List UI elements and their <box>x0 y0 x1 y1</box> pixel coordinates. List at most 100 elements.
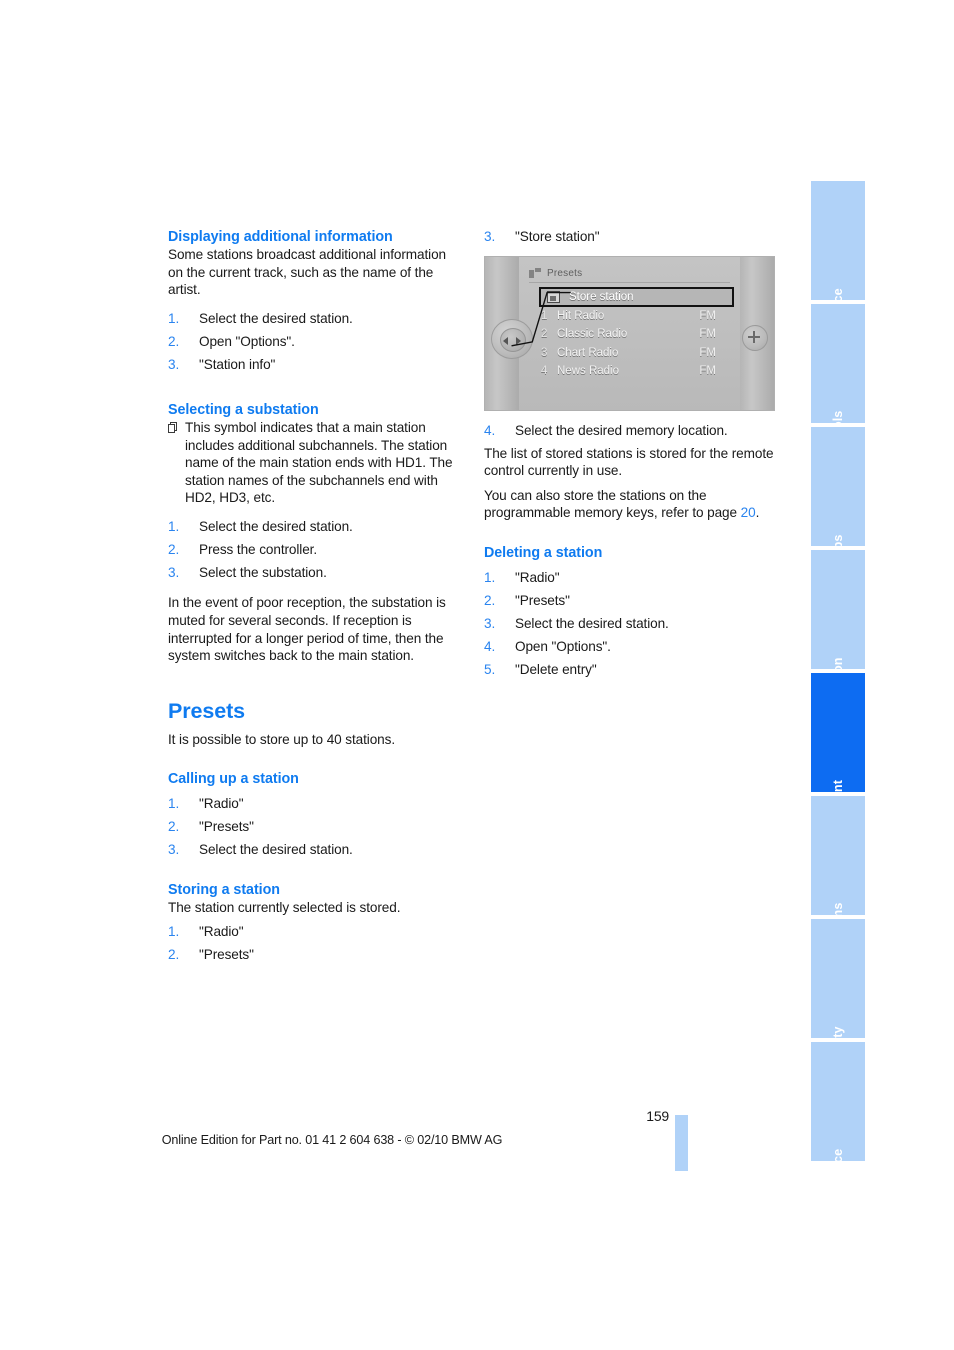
list-item: 3. "Store station" <box>484 228 780 246</box>
page-cross-reference[interactable]: 20 <box>741 505 756 520</box>
footer-imprint: Online Edition for Part no. 01 41 2 604 … <box>161 1133 503 1147</box>
substation-symbol-paragraph: This symbol indicates that a main statio… <box>168 419 464 507</box>
idrive-header-title: Presets <box>547 267 583 279</box>
list-item: 1. "Radio" <box>484 569 780 587</box>
steps-selecting-a-substation: 1. Select the desired station. 2. Press … <box>168 518 464 582</box>
step-text: Press the controller. <box>199 542 318 558</box>
list-item: 3. Select the substation. <box>168 564 464 582</box>
table-row[interactable]: 3 Chart Radio FM <box>541 344 734 363</box>
step-text: "Store station" <box>515 229 600 244</box>
subchannel-stacked-pages-icon <box>168 422 177 434</box>
step-text: "Presets" <box>199 819 254 835</box>
tab-label: Controls <box>811 411 865 423</box>
list-item: 1. Select the desired station. <box>168 518 464 536</box>
preset-band: FM <box>699 328 716 341</box>
list-item: 2. "Presets" <box>168 946 464 964</box>
step-number: 1. <box>484 570 496 586</box>
step-number: 3. <box>168 356 180 372</box>
preset-band: FM <box>699 346 716 359</box>
list-item: 4. Open "Options". <box>484 638 780 656</box>
step-number: 5. <box>484 662 496 678</box>
sidebar-item-mobility[interactable]: Mobility <box>811 919 865 1038</box>
step-number: 1. <box>168 796 180 812</box>
steps-storing-a-station: 1. "Radio" 2. "Presets" <box>168 923 464 964</box>
chapter-index-tabs: At a glance Controls Driving tips Naviga… <box>811 181 865 1165</box>
manual-page: Displaying additional information Some s… <box>0 0 954 1350</box>
step-text: Select the desired station. <box>199 310 353 326</box>
steps-calling-up-a-station: 1. "Radio" 2. "Presets" 3. Select the de… <box>168 795 464 859</box>
step-text: "Radio" <box>515 570 560 586</box>
step-number: 2. <box>168 819 180 835</box>
list-item: 1. Select the desired station. <box>168 310 464 328</box>
tab-label: Navigation <box>811 657 865 669</box>
step-number: 3. <box>484 616 496 632</box>
heading-selecting-a-substation: Selecting a substation <box>168 402 319 419</box>
sidebar-item-communications[interactable]: Communications <box>811 796 865 915</box>
paragraph-presets-intro: It is possible to store up to 40 station… <box>168 731 396 747</box>
list-item: 2. "Presets" <box>168 818 464 836</box>
preset-band: FM <box>699 309 716 322</box>
sidebar-item-driving-tips[interactable]: Driving tips <box>811 427 865 546</box>
idrive-store-station-entry[interactable]: Store station <box>539 286 734 307</box>
heading-deleting-a-station: Deleting a station <box>484 545 603 562</box>
idrive-screenshot-figure: Presets Store station 1 Hit Radio FM 2 C… <box>484 255 775 411</box>
tab-label: Communications <box>811 903 865 915</box>
step-text: "Delete entry" <box>515 662 597 678</box>
tab-label: Reference <box>811 1149 865 1161</box>
tab-label: Entertainment <box>811 780 865 792</box>
sidebar-item-entertainment[interactable]: Entertainment <box>811 673 865 792</box>
list-item: 1. "Radio" <box>168 923 464 941</box>
idrive-controller-knob-icon <box>491 318 533 359</box>
step-text: Select the desired station. <box>515 616 669 632</box>
preset-station-name: Hit Radio <box>557 309 605 322</box>
steps-deleting-a-station: 1. "Radio" 2. "Presets" 3. Select the de… <box>484 569 780 679</box>
steps-storing-a-station-continued: 3. "Store station" <box>484 228 780 246</box>
list-item: 3. Select the desired station. <box>484 615 780 633</box>
step-text: "Radio" <box>199 924 244 940</box>
list-item: 5. "Delete entry" <box>484 661 780 679</box>
step-number: 3. <box>484 229 496 244</box>
table-row[interactable]: 1 Hit Radio FM <box>541 307 734 326</box>
sidebar-item-at-a-glance[interactable]: At a glance <box>811 181 865 300</box>
table-row[interactable]: 4 News Radio FM <box>541 362 734 381</box>
step-number: 2. <box>168 542 180 558</box>
paragraph-storing-intro: The station currently selected is stored… <box>168 899 401 915</box>
step-text: "Presets" <box>515 593 570 609</box>
preset-index: 1 <box>541 309 548 322</box>
step-text: Select the desired station. <box>199 842 353 858</box>
heading-calling-up-a-station: Calling up a station <box>168 771 299 788</box>
paragraph-remote-control-note: The list of stored stations is stored fo… <box>484 445 774 479</box>
tab-label: Mobility <box>811 1026 865 1038</box>
paragraph-substation-outro: In the event of poor reception, the subs… <box>168 595 446 664</box>
step-number: 4. <box>484 422 496 438</box>
idrive-header: Presets <box>529 265 730 283</box>
heading-storing-a-station: Storing a station <box>168 881 280 898</box>
steps-displaying-additional-information: 1. Select the desired station. 2. Open "… <box>168 310 464 374</box>
page-number: 159 <box>646 1108 669 1124</box>
paragraph-memory-keys-note: You can also store the stations on the p… <box>484 487 780 522</box>
list-item: 3. "Station info" <box>168 356 464 374</box>
preset-index: 2 <box>541 328 548 341</box>
list-item: 1. "Radio" <box>168 795 464 813</box>
sidebar-item-controls[interactable]: Controls <box>811 304 865 423</box>
sidebar-item-navigation[interactable]: Navigation <box>811 550 865 669</box>
preset-band: FM <box>699 365 716 378</box>
list-item: 3. Select the desired station. <box>168 841 464 859</box>
step-number: 2. <box>168 947 180 963</box>
list-item: 4. Select the desired memory location. <box>484 422 780 440</box>
preset-index: 3 <box>541 346 548 359</box>
table-row[interactable]: 2 Classic Radio FM <box>541 325 734 344</box>
paragraph-displaying-intro: Some stations broadcast additional infor… <box>168 247 447 298</box>
step-number: 1. <box>168 310 180 326</box>
preset-station-name: News Radio <box>557 365 619 378</box>
left-column: Displaying additional information Some s… <box>168 228 464 969</box>
